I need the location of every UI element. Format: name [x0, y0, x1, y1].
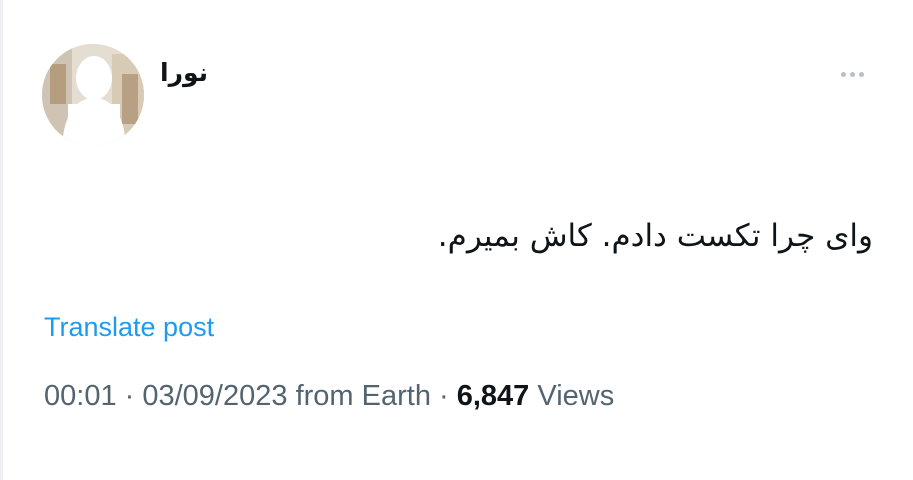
tweet-card: نورا وای چرا تکست دادم. کاش بمیرم. Trans…	[0, 0, 913, 480]
views-count[interactable]: 6,847	[457, 380, 530, 412]
more-horizontal-icon	[849, 71, 855, 77]
tweet-text: وای چرا تکست دادم. کاش بمیرم.	[437, 218, 873, 254]
more-options-button[interactable]	[832, 62, 872, 86]
author-name[interactable]: نورا	[160, 56, 208, 90]
tweet-source: from Earth	[287, 380, 431, 412]
more-horizontal-icon	[858, 71, 864, 77]
avatar[interactable]	[42, 44, 144, 146]
tweet-time[interactable]: 00:01	[44, 380, 117, 412]
meta-separator: ·	[116, 380, 143, 412]
translate-post-link[interactable]: Translate post	[44, 309, 214, 345]
meta-separator: ·	[430, 380, 457, 412]
views-label: Views	[529, 380, 615, 412]
tweet-date[interactable]: 03/09/2023	[142, 380, 287, 412]
more-horizontal-icon	[840, 71, 846, 77]
divider	[0, 0, 3, 480]
tweet-metadata: 00:01 · 03/09/2023 from Earth · 6,847 Vi…	[44, 376, 614, 416]
